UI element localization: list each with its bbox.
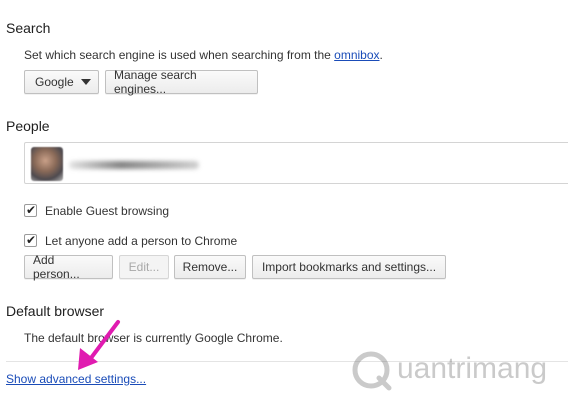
default-browser-title: Default browser	[6, 303, 105, 319]
people-list[interactable]	[24, 142, 568, 184]
watermark: uantrimang	[345, 346, 567, 394]
people-section-title: People	[6, 118, 50, 134]
search-description: Set which search engine is used when sea…	[24, 48, 383, 62]
omnibox-link[interactable]: omnibox	[334, 48, 379, 62]
chevron-down-icon	[81, 79, 91, 85]
import-bookmarks-button[interactable]: Import bookmarks and settings...	[252, 255, 446, 279]
default-browser-status: The default browser is currently Google …	[24, 331, 283, 345]
search-description-text: Set which search engine is used when sea…	[24, 48, 335, 62]
search-engine-select[interactable]: Google	[24, 70, 99, 94]
search-engine-value: Google	[35, 75, 74, 89]
add-person-button[interactable]: Add person...	[24, 253, 113, 281]
remove-person-button[interactable]: Remove...	[174, 255, 246, 279]
manage-search-engines-button[interactable]: Manage search engines...	[105, 68, 258, 96]
search-section-title: Search	[6, 20, 51, 36]
avatar	[31, 147, 63, 181]
guest-browsing-checkbox[interactable]: ✔	[24, 203, 37, 217]
watermark-logo-icon	[352, 351, 392, 391]
anyone-add-person-label: Let anyone add a person to Chrome	[45, 234, 238, 248]
watermark-text: uantrimang	[397, 352, 548, 385]
anyone-add-person-checkbox[interactable]: ✔	[24, 233, 37, 247]
annotation-arrow-icon	[78, 320, 120, 370]
checkmark-icon: ✔	[26, 203, 37, 217]
search-description-end: .	[379, 48, 383, 62]
show-advanced-settings-link[interactable]: Show advanced settings...	[6, 372, 146, 386]
checkmark-icon: ✔	[26, 233, 37, 247]
profile-name-blurred	[69, 161, 199, 169]
guest-browsing-label: Enable Guest browsing	[45, 204, 170, 218]
edit-person-button[interactable]: Edit...	[119, 255, 169, 279]
